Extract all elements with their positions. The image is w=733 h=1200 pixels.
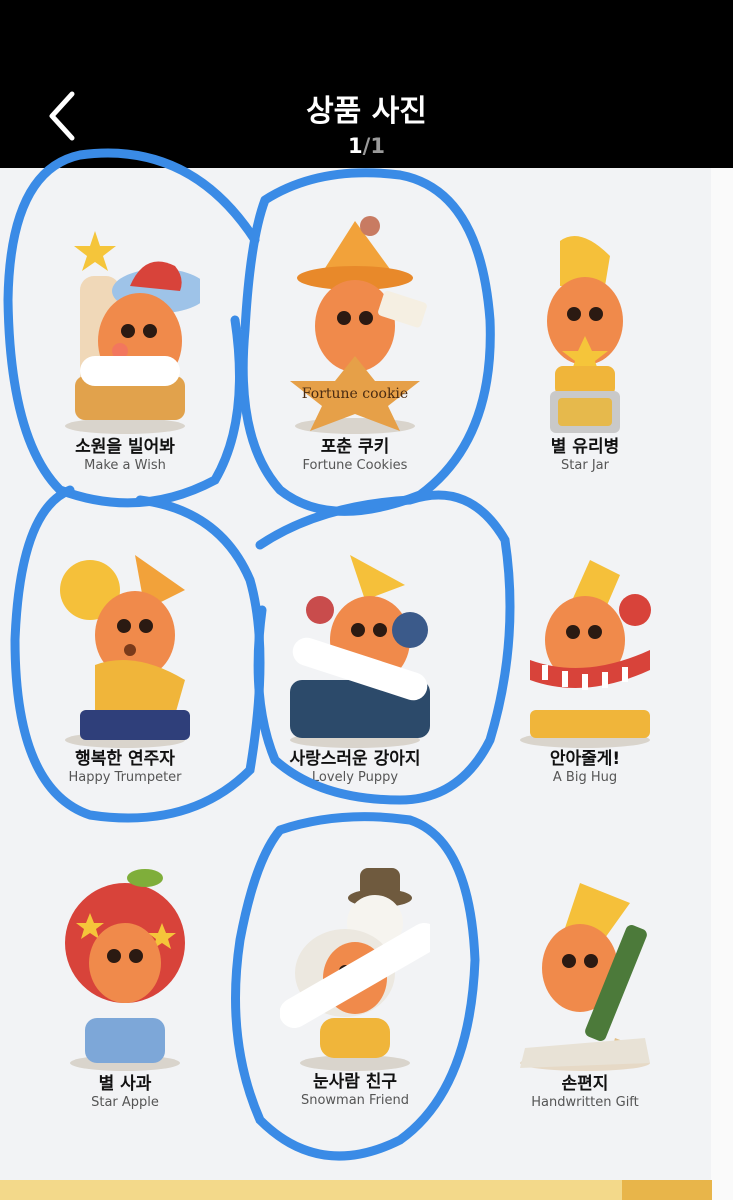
product-name-ko: 안아줄게! xyxy=(549,749,621,769)
product-name-ko: 소원을 빌어봐 xyxy=(75,437,175,457)
product-card: 별 사과 Star Apple xyxy=(10,833,240,1133)
fortune-cookies-figure: Fortune cookie xyxy=(290,216,427,434)
product-photo[interactable]: 소원을 빌어봐 Make a Wish Fortune cookie 포춘 쿠키… xyxy=(0,168,733,1200)
product-name-ko: 손편지 xyxy=(561,1074,609,1094)
product-name-en: Star Jar xyxy=(561,458,609,473)
product-card: 사랑스러운 강아지 Lovely Puppy xyxy=(240,510,470,810)
product-name-ko: 사랑스러운 강아지 xyxy=(289,749,421,769)
product-name-ko: 행복한 연주자 xyxy=(75,749,175,769)
product-name-ko: 포춘 쿠키 xyxy=(320,437,390,457)
star-jar-figure xyxy=(547,236,623,433)
lovely-puppy-figure xyxy=(290,555,430,748)
product-name-en: Happy Trumpeter xyxy=(68,770,182,785)
product-name-ko: 별 사과 xyxy=(98,1074,152,1094)
counter-current: 1 xyxy=(348,134,363,158)
product-card: 손편지 Handwritten Gift xyxy=(470,833,700,1133)
happy-trumpeter-figure xyxy=(60,555,190,748)
product-name-en: Snowman Friend xyxy=(300,1093,410,1108)
fortune-cookie-label: Fortune cookie xyxy=(302,386,408,402)
top-bar: 상품 사진 1/1 xyxy=(0,0,733,168)
snowman-friend-figure xyxy=(280,868,430,1071)
image-counter: 1/1 xyxy=(0,134,733,158)
handwritten-gift-figure xyxy=(520,883,650,1071)
banner-accent xyxy=(622,1180,712,1200)
product-name-en: Make a Wish xyxy=(84,458,166,473)
counter-total: 1 xyxy=(370,134,385,158)
photo-bottom-banner xyxy=(0,1180,712,1200)
product-card: 소원을 빌어봐 Make a Wish xyxy=(10,196,240,496)
product-card: 눈사람 친구 Snowman Friend xyxy=(240,833,470,1133)
page-title: 상품 사진 xyxy=(306,94,427,129)
product-name-en: Lovely Puppy xyxy=(311,770,399,785)
make-a-wish-figure xyxy=(65,231,200,434)
product-name-en: Handwritten Gift xyxy=(531,1095,639,1110)
star-apple-figure xyxy=(65,869,185,1071)
product-name-ko: 별 유리병 xyxy=(550,437,620,457)
product-name-en: Fortune Cookies xyxy=(302,458,408,473)
product-card: Fortune cookie 포춘 쿠키 Fortune Cookies xyxy=(240,196,470,496)
product-name-en: A Big Hug xyxy=(552,770,618,785)
product-card: 별 유리병 Star Jar xyxy=(470,196,700,496)
product-name-ko: 눈사람 친구 xyxy=(312,1072,398,1092)
product-card: 안아줄게! A Big Hug xyxy=(470,510,700,810)
photo-edge xyxy=(711,168,733,1200)
product-card: 행복한 연주자 Happy Trumpeter xyxy=(10,510,240,810)
product-name-en: Star Apple xyxy=(91,1095,159,1110)
a-big-hug-figure xyxy=(520,560,651,748)
